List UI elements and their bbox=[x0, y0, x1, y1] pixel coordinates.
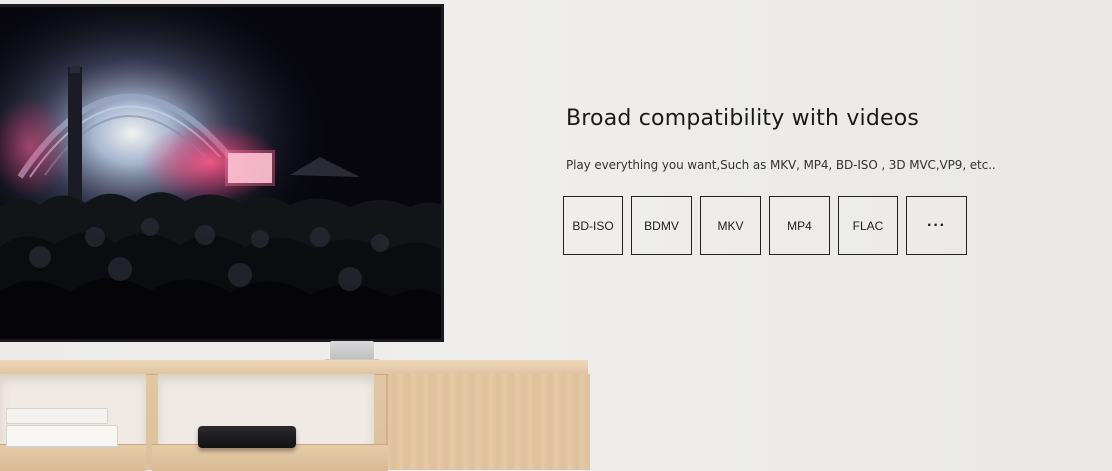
format-badge-mkv[interactable]: MKV bbox=[700, 196, 761, 255]
product-banner: Broad compatibility with videos Play eve… bbox=[0, 0, 1112, 471]
cabinet-top bbox=[0, 360, 588, 375]
subline: Play everything you want,Such as MKV, MP… bbox=[566, 158, 996, 172]
headline: Broad compatibility with videos bbox=[566, 106, 920, 131]
media-player-box bbox=[198, 426, 296, 448]
cabinet-door bbox=[386, 374, 590, 470]
concert-photo bbox=[0, 7, 441, 339]
format-badge-bd-iso[interactable]: BD-ISO bbox=[563, 196, 623, 255]
tv-display bbox=[0, 4, 444, 342]
book bbox=[6, 408, 108, 424]
book bbox=[6, 425, 118, 447]
tv-stand bbox=[324, 341, 380, 363]
format-badge-flac[interactable]: FLAC bbox=[838, 196, 898, 255]
format-badge-bdmv[interactable]: BDMV bbox=[631, 196, 692, 255]
format-badge-mp4[interactable]: MP4 bbox=[769, 196, 830, 255]
format-badge-more[interactable]: ··· bbox=[906, 196, 967, 255]
shelf-board-left bbox=[0, 444, 146, 471]
books bbox=[6, 408, 118, 447]
shelf-board-middle bbox=[152, 444, 388, 471]
